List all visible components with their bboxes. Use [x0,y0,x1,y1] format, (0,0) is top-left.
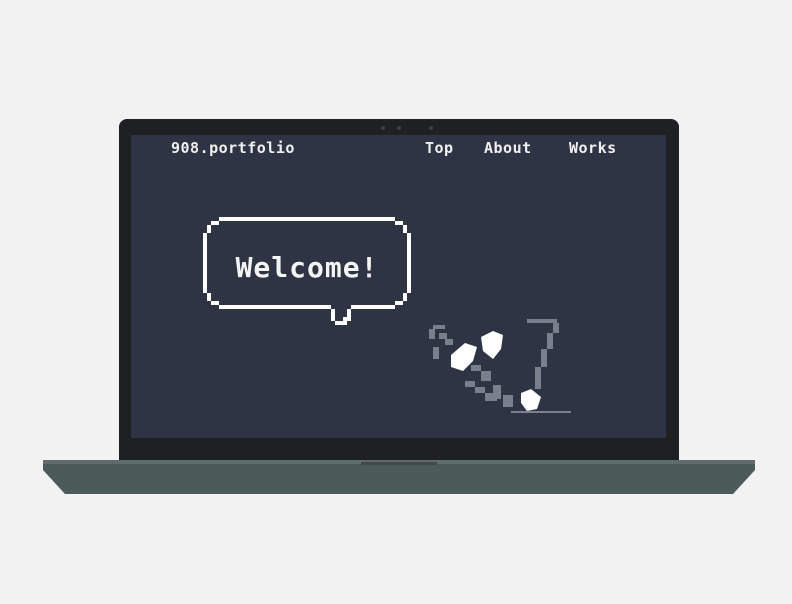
welcome-speech-bubble: Welcome! [203,217,411,325]
laptop-base [43,460,755,494]
nav-link-works[interactable]: Works [569,139,617,157]
camera-lens-icon [397,126,401,130]
pixel-character-icon [429,319,571,413]
welcome-text: Welcome! [235,251,379,284]
top-nav: 908.portfolio Top About Works [131,135,666,165]
nav-link-about[interactable]: About [484,139,532,157]
nav-link-top[interactable]: Top [425,139,454,157]
camera-sensor-icon [381,126,385,130]
laptop-lid: 908.portfolio Top About Works Welcome! [119,119,679,461]
camera-light-icon [429,126,433,130]
brand-logo-text[interactable]: 908.portfolio [171,139,295,157]
laptop-screen: 908.portfolio Top About Works Welcome! [131,135,666,438]
